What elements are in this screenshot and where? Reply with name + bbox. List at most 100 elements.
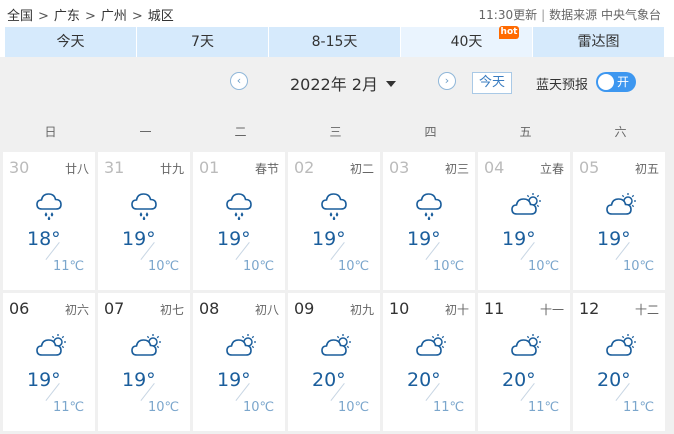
breadcrumb-guangdong[interactable]: 广东 [54,5,80,24]
low-temp: 10℃ [623,259,655,274]
low-temp: 10℃ [243,259,275,274]
partly-cloudy-icon [225,333,257,361]
lunar-date: 初二 [349,162,374,176]
lunar-date: 廿八 [64,162,89,176]
partly-cloudy-icon [510,192,542,220]
tab-label: 8-15天 [311,34,358,50]
day-number: 01 [199,158,220,177]
day-number: 02 [294,158,315,177]
low-temp: 11℃ [53,400,85,415]
weekday-label: 四 [424,125,437,139]
low-temp: 10℃ [528,259,560,274]
lunar-date: 初十 [444,303,469,317]
day-cell[interactable]: 09 初九 20° 10℃ [288,293,380,431]
lunar-date: 初三 [444,162,469,176]
weekday-label: 五 [519,125,532,139]
month-label: 2022年 2月 [290,75,378,94]
day-cell[interactable]: 08 初八 19° 10℃ [193,293,285,431]
month-selector[interactable]: 2022年 2月 [290,71,396,95]
weekday-header: 日一二三四五六 [0,109,674,149]
partly-cloudy-icon [320,333,352,361]
day-number: 10 [389,299,410,318]
day-number: 07 [104,299,125,318]
low-temp: 10℃ [148,259,180,274]
meta-info: 11:30更新 | 数据来源 中央气象台 [478,8,661,22]
weekday-label: 六 [614,125,627,139]
low-temp: 10℃ [338,400,370,415]
lunar-date: 初八 [254,303,279,317]
lunar-date: 春节 [254,162,279,176]
weekday-label: 二 [234,125,247,139]
lunar-date: 初七 [159,303,184,317]
partly-cloudy-icon [415,333,447,361]
tab-40day[interactable]: 40天 hot [401,26,532,57]
low-temp: 10℃ [243,400,275,415]
day-cell[interactable]: 10 初十 20° 11℃ [383,293,475,431]
day-number: 05 [579,158,600,177]
low-temp: 11℃ [623,400,655,415]
low-temp: 11℃ [528,400,560,415]
breadcrumb-nation[interactable]: 全国 [7,5,33,24]
breadcrumb-guangzhou[interactable]: 广州 [101,5,127,24]
breadcrumb-separator: > [131,9,143,24]
lunar-date: 初五 [634,162,659,176]
day-cell[interactable]: 30 廿八 18° 11℃ [3,152,95,290]
prev-month-button[interactable]: ‹ [230,72,248,90]
rain-icon [130,192,162,221]
lunar-date: 廿九 [159,162,184,176]
next-month-button[interactable]: › [438,72,456,90]
day-number: 09 [294,299,315,318]
day-number: 11 [484,299,505,318]
today-button[interactable]: 今天 [472,72,512,94]
partly-cloudy-icon [130,333,162,361]
bluesky-toggle[interactable]: 开 [596,72,636,92]
day-cell[interactable]: 06 初六 19° 11℃ [3,293,95,431]
top-bar: 全国 > 广东 > 广州 > 城区 11:30更新 | 数据来源 中央气象台 [0,0,674,26]
tab-label: 40天 [450,34,483,50]
calendar-grid: 30 廿八 18° 11℃ 31 廿九 19° 10℃ 01 春节 19° 10℃ 02 初二 19° 10℃… [0,149,674,434]
day-cell[interactable]: 31 廿九 19° 10℃ [98,152,190,290]
update-time: 11:30更新 [478,8,538,22]
weekday-label: 一 [139,125,152,139]
low-temp: 11℃ [53,259,85,274]
day-cell[interactable]: 07 初七 19° 10℃ [98,293,190,431]
caret-down-icon [386,81,396,87]
tab-label: 7天 [191,34,214,50]
day-cell[interactable]: 03 初三 19° 10℃ [383,152,475,290]
tab-radar[interactable]: 雷达图 [533,27,664,57]
toggle-knob [598,74,614,90]
rain-icon [415,192,447,221]
tab-8-15day[interactable]: 8-15天 [269,27,400,57]
partly-cloudy-icon [605,192,637,220]
rain-icon [35,192,67,221]
weekday-label: 日 [44,125,57,139]
tab-today[interactable]: 今天 [5,27,136,57]
day-number: 31 [104,158,125,177]
low-temp: 10℃ [148,400,180,415]
partly-cloudy-icon [605,333,637,361]
weekday-label: 三 [329,125,342,139]
lunar-date: 初九 [349,303,374,317]
breadcrumb: 全国 > 广东 > 广州 > 城区 [7,5,174,24]
day-cell[interactable]: 04 立春 19° 10℃ [478,152,570,290]
day-cell[interactable]: 01 春节 19° 10℃ [193,152,285,290]
day-cell[interactable]: 05 初五 19° 10℃ [573,152,665,290]
bluesky-forecast-label: 蓝天预报 [536,78,589,93]
low-temp: 10℃ [433,259,465,274]
breadcrumb-separator: > [84,9,96,24]
rain-icon [320,192,352,221]
day-number: 30 [9,158,30,177]
lunar-date: 十二 [634,303,659,317]
breadcrumb-separator: > [38,9,49,24]
day-cell[interactable]: 12 十二 20° 11℃ [573,293,665,431]
lunar-date: 立春 [539,162,564,176]
day-number: 03 [389,158,410,177]
day-cell[interactable]: 11 十一 20° 11℃ [478,293,570,431]
tab-7day[interactable]: 7天 [137,27,268,57]
low-temp: 10℃ [338,259,370,274]
day-cell[interactable]: 02 初二 19° 10℃ [288,152,380,290]
day-number: 08 [199,299,220,318]
day-number: 04 [484,158,505,177]
tab-label: 雷达图 [577,34,620,50]
tab-label: 今天 [56,34,85,50]
